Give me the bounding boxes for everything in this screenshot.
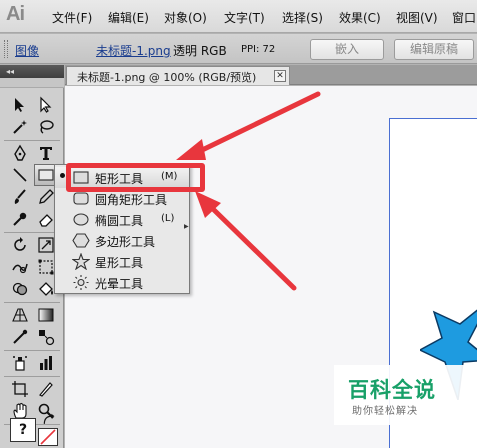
- arrow-lower: [195, 191, 297, 291]
- watermark: 百科全说 助你轻松解决: [334, 365, 477, 425]
- arrow-upper: [176, 91, 321, 160]
- watermark-title: 百科全说: [348, 378, 436, 402]
- watermark-subtitle: 助你轻松解决: [352, 406, 418, 417]
